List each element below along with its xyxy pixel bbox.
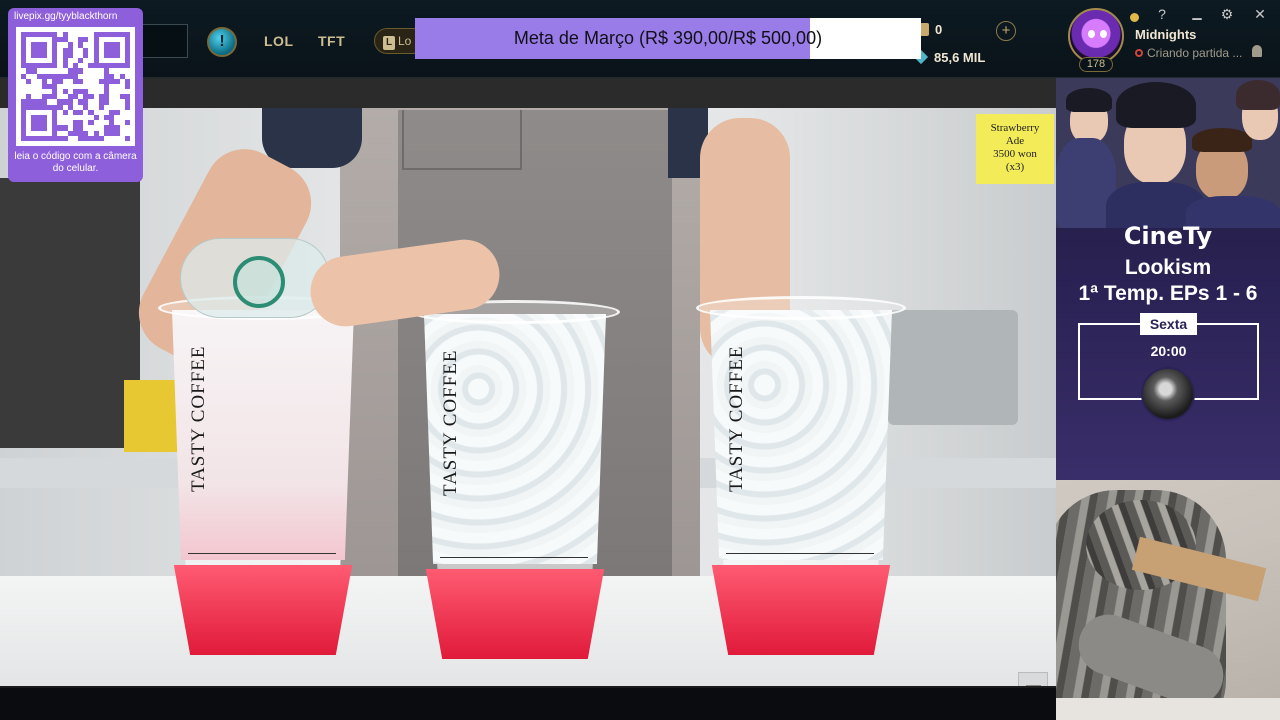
price-sticky-note: Strawberry Ade 3500 won (x3): [976, 114, 1054, 184]
schedule-time: 20:00: [1150, 343, 1187, 359]
stream-layout: ! LOL TFT L Lo 0 + 85,6 MIL 178 Midnights…: [0, 0, 1280, 720]
background-box: [124, 380, 178, 452]
buy-rp-button[interactable]: +: [996, 21, 1016, 41]
character-hair: [1236, 80, 1280, 110]
drink-cup: TASTY COFFEE: [410, 300, 620, 659]
barista-sleeve: [262, 108, 362, 168]
blue-essence[interactable]: 85,6 MIL: [913, 49, 986, 65]
apron-pocket: [402, 110, 522, 170]
avatar-eye: [1100, 30, 1107, 38]
background-appliance: [888, 310, 1018, 425]
webcam-feed: [1056, 480, 1280, 720]
cup-brand-label: TASTY COFFEE: [726, 345, 747, 492]
alert-icon[interactable]: !: [207, 27, 237, 57]
schedule-panel: CineTy Lookism 1ª Temp. EPs 1 - 6 Sexta …: [1056, 78, 1280, 480]
show-season: 1ª Temp. EPs 1 - 6: [1078, 282, 1258, 305]
level-badge: 178: [1079, 57, 1113, 72]
show-artwork: [1056, 78, 1280, 228]
livepix-qr-card[interactable]: livepix.gg/tyyblackthorn leia o código c…: [8, 8, 143, 182]
show-title: Lookism: [1124, 256, 1212, 279]
cinety-logo: CineTy: [1123, 222, 1213, 250]
note-line: (x3): [1005, 161, 1025, 173]
summoner-name[interactable]: Midnights: [1135, 27, 1196, 42]
video-player[interactable]: TASTY COFFEE TASTY COFFEE TASTY COFFEE S…: [0, 78, 1056, 688]
drink-cup: TASTY COFFEE: [696, 296, 906, 655]
help-button[interactable]: ?: [1153, 6, 1171, 22]
riot-points[interactable]: 0: [920, 22, 942, 40]
summoner-status: Criando partida ...: [1135, 46, 1242, 60]
cup-brand-label: TASTY COFFEE: [188, 345, 209, 492]
video-letterbox-bottom: [0, 686, 1056, 688]
qr-url: livepix.gg/tyyblackthorn: [14, 11, 118, 22]
schedule-day: Sexta: [1140, 313, 1197, 335]
character-hair: [1116, 82, 1196, 128]
note-line: Ade: [1005, 135, 1025, 147]
note-line: Strawberry: [990, 122, 1040, 134]
nav-tab-lol[interactable]: LOL: [264, 33, 294, 49]
character-hair: [1192, 128, 1252, 152]
profile-icon: [1068, 8, 1124, 64]
busy-icon: [1135, 49, 1143, 57]
client-search-box[interactable]: [140, 24, 188, 58]
nav-tab-tft[interactable]: TFT: [318, 33, 345, 49]
cushion: [1056, 698, 1280, 720]
background-shelf: [0, 178, 140, 448]
avatar-eye: [1088, 30, 1095, 38]
qr-code-icon: [16, 27, 135, 146]
riot-points-value: 0: [935, 22, 943, 37]
note-line: 3500 won: [993, 148, 1037, 160]
donation-goal-bar: Meta de Março (R$ 390,00/R$ 500,00): [415, 18, 921, 59]
goal-label: Meta de Março (R$ 390,00/R$ 500,00): [513, 28, 823, 48]
minimize-button[interactable]: ▁: [1188, 6, 1206, 20]
drink-cup: TASTY COFFEE: [158, 296, 368, 655]
riot-points-icon: [920, 23, 929, 36]
blue-essence-value: 85,6 MIL: [934, 50, 986, 65]
settings-gear-icon[interactable]: ⚙: [1218, 6, 1236, 23]
loot-icon: L: [383, 36, 395, 50]
host-avatar: [1141, 367, 1195, 421]
status-dot-icon: [1130, 13, 1139, 22]
character-hair: [1066, 88, 1112, 112]
close-icon[interactable]: ✕: [1251, 6, 1269, 23]
notification-bell-icon[interactable]: [1252, 45, 1262, 57]
profile-avatar[interactable]: 178: [1066, 8, 1126, 72]
qr-caption: leia o código com a câmera do celular.: [14, 151, 137, 174]
bottle-neck: [233, 256, 285, 308]
cup-brand-label: TASTY COFFEE: [440, 349, 461, 496]
video-letterbox-top: [0, 78, 1056, 108]
